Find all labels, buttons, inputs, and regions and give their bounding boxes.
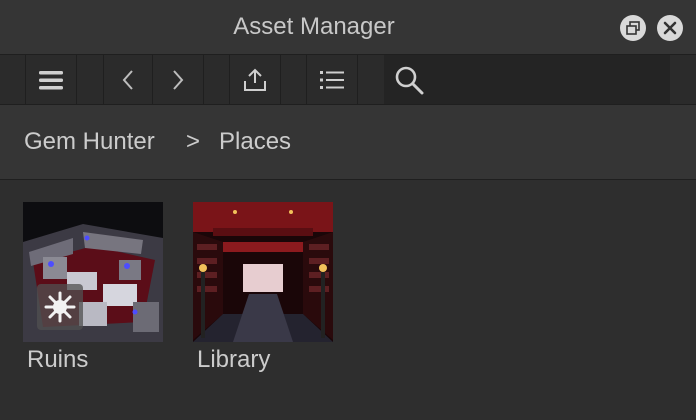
forward-button[interactable] [153,55,203,104]
breadcrumb-separator: > [186,128,201,155]
breadcrumb-current[interactable]: Places [219,105,291,179]
restore-window-button[interactable] [620,15,646,41]
close-window-button[interactable] [657,15,683,41]
asset-name: Ruins [27,346,89,373]
import-button[interactable] [230,55,280,104]
menu-button[interactable] [26,55,76,104]
upload-icon [244,68,266,91]
toolbar [0,55,696,105]
library-thumbnail [193,202,333,342]
start-place-icon [44,291,76,323]
close-icon [663,21,677,35]
hamburger-menu-icon [39,70,63,89]
ruins-thumbnail [23,202,163,342]
search-input[interactable] [432,65,664,95]
list-view-icon [320,70,344,89]
start-place-badge [37,284,83,330]
search-icon [395,66,424,95]
list-view-button[interactable] [307,55,357,104]
breadcrumb-root[interactable]: Gem Hunter [24,105,155,179]
window-title: Asset Manager [233,13,395,40]
back-button[interactable] [104,55,152,104]
title-bar: Asset Manager [0,0,696,55]
restore-window-icon [626,21,640,35]
asset-name: Library [197,346,271,373]
chevron-right-icon [173,69,184,90]
breadcrumb: Gem Hunter > Places [0,105,696,180]
chevron-left-icon [122,69,133,90]
asset-tile-library[interactable]: Library [193,202,335,374]
asset-grid: Ruins Library [0,180,696,420]
asset-tile-ruins[interactable]: Ruins [23,202,165,374]
search-box[interactable] [384,55,670,104]
